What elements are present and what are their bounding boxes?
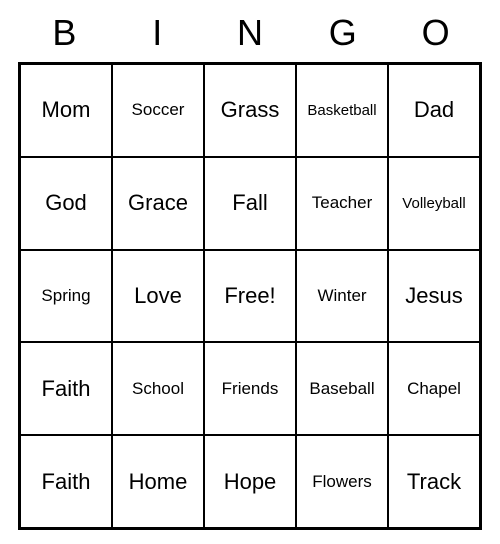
bingo-cell[interactable]: Basketball xyxy=(296,64,388,157)
bingo-cell[interactable]: School xyxy=(112,342,204,435)
bingo-grid: Mom Soccer Grass Basketball Dad God Grac… xyxy=(18,62,482,530)
bingo-row: Mom Soccer Grass Basketball Dad xyxy=(20,64,480,157)
bingo-cell[interactable]: Grace xyxy=(112,157,204,250)
bingo-cell[interactable]: Mom xyxy=(20,64,112,157)
bingo-cell[interactable]: Faith xyxy=(20,342,112,435)
bingo-row: Faith Home Hope Flowers Track xyxy=(20,435,480,528)
bingo-header: B I N G O xyxy=(18,12,482,54)
bingo-row: Spring Love Free! Winter Jesus xyxy=(20,250,480,343)
bingo-cell[interactable]: Hope xyxy=(204,435,296,528)
bingo-cell[interactable]: Volleyball xyxy=(388,157,480,250)
header-letter-n: N xyxy=(204,12,297,54)
bingo-cell[interactable]: Faith xyxy=(20,435,112,528)
bingo-cell[interactable]: Jesus xyxy=(388,250,480,343)
bingo-cell[interactable]: Friends xyxy=(204,342,296,435)
bingo-cell[interactable]: Track xyxy=(388,435,480,528)
bingo-row: Faith School Friends Baseball Chapel xyxy=(20,342,480,435)
bingo-cell[interactable]: Home xyxy=(112,435,204,528)
bingo-cell[interactable]: Fall xyxy=(204,157,296,250)
header-letter-i: I xyxy=(111,12,204,54)
bingo-cell[interactable]: Grass xyxy=(204,64,296,157)
bingo-cell[interactable]: Chapel xyxy=(388,342,480,435)
bingo-cell[interactable]: Flowers xyxy=(296,435,388,528)
header-letter-g: G xyxy=(296,12,389,54)
bingo-cell-free[interactable]: Free! xyxy=(204,250,296,343)
bingo-cell[interactable]: Baseball xyxy=(296,342,388,435)
bingo-cell[interactable]: Soccer xyxy=(112,64,204,157)
bingo-cell[interactable]: Love xyxy=(112,250,204,343)
header-letter-o: O xyxy=(389,12,482,54)
bingo-cell[interactable]: Spring xyxy=(20,250,112,343)
bingo-cell[interactable]: God xyxy=(20,157,112,250)
bingo-row: God Grace Fall Teacher Volleyball xyxy=(20,157,480,250)
bingo-cell[interactable]: Dad xyxy=(388,64,480,157)
bingo-cell[interactable]: Winter xyxy=(296,250,388,343)
bingo-cell[interactable]: Teacher xyxy=(296,157,388,250)
header-letter-b: B xyxy=(18,12,111,54)
